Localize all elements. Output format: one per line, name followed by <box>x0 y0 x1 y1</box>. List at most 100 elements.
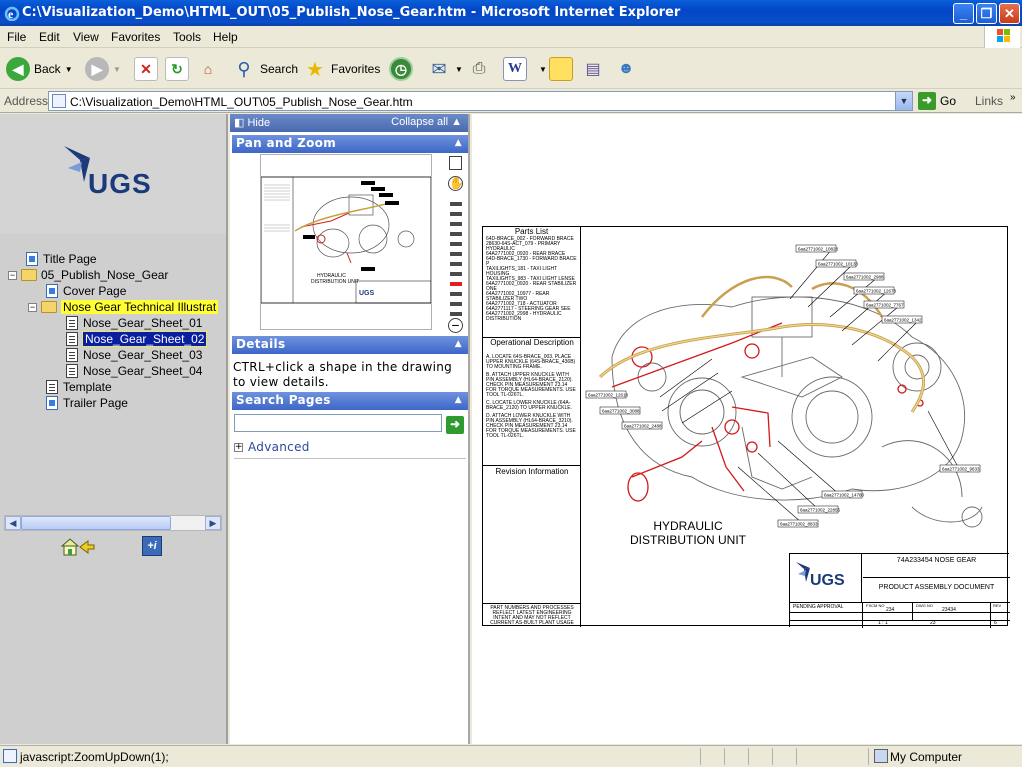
drawing-viewer[interactable]: Parts List 64D-BRACE_002 - FORWARD BRACE… <box>472 114 1022 744</box>
zoom-tick[interactable] <box>450 262 462 266</box>
search-pages-input[interactable] <box>234 414 442 432</box>
details-header[interactable]: Details ▲ <box>232 336 468 354</box>
zoom-out-icon[interactable]: − <box>448 318 463 333</box>
discuss-icon[interactable] <box>549 57 573 81</box>
print-icon[interactable]: ⎙ <box>467 57 491 81</box>
scroll-left-icon[interactable]: ◀ <box>5 516 21 530</box>
zoom-tick[interactable] <box>450 202 462 206</box>
menu-help[interactable]: Help <box>213 30 238 44</box>
address-input[interactable]: C:\Visualization_Demo\HTML_OUT\05_Publis… <box>48 91 913 111</box>
maximize-button[interactable]: ❐ <box>976 3 997 24</box>
home-back-icon[interactable] <box>60 536 96 558</box>
divider <box>700 748 701 765</box>
back-arrow-icon: ◀ <box>6 57 30 81</box>
advanced-search-link[interactable]: + Advanced <box>234 440 310 454</box>
tree-item-template[interactable]: Template <box>46 379 112 395</box>
favorites-button[interactable]: ★ Favorites <box>303 56 380 82</box>
links-chevron-icon[interactable]: » <box>1010 92 1016 103</box>
mail-dropdown-icon[interactable]: ▼ <box>455 65 463 74</box>
menu-edit[interactable]: Edit <box>39 30 60 44</box>
collapse-icon[interactable]: − <box>28 302 37 312</box>
stop-icon[interactable]: ✕ <box>134 57 158 81</box>
collapse-arrow-icon[interactable]: ▲ <box>455 395 462 405</box>
zoom-tick[interactable] <box>450 252 462 256</box>
page-icon <box>26 252 38 266</box>
operational-step: C. LOCATE LOWER KNUCKLE (64A-BRACE_2120)… <box>486 400 572 411</box>
zoom-current-tick[interactable] <box>450 282 462 286</box>
tree-item-05-publish-nose-gear[interactable]: − 05_Publish_Nose_Gear <box>8 267 168 283</box>
forward-button[interactable]: ▶ ▼ <box>85 56 121 82</box>
research-icon[interactable]: ▤ <box>581 57 605 81</box>
drawing-thumbnail[interactable]: HYDRAULIC DISTRIBUTION UNIT UGS <box>260 154 432 330</box>
history-icon[interactable]: ◷ <box>389 57 413 81</box>
scroll-thumb[interactable] <box>21 516 171 530</box>
search-go-icon[interactable]: ➜ <box>446 416 464 434</box>
home-icon[interactable]: ⌂ <box>196 57 220 81</box>
collapse-all-button[interactable]: Collapse all ▲ <box>391 116 462 128</box>
menu-tools[interactable]: Tools <box>173 30 201 44</box>
mail-icon[interactable]: ✉ <box>427 57 451 81</box>
search-pages-header[interactable]: Search Pages ▲ <box>232 392 468 410</box>
hide-button[interactable]: ◧ Hide <box>234 116 270 129</box>
back-button[interactable]: ◀ Back ▼ <box>6 56 73 82</box>
divider <box>483 465 581 466</box>
minimize-button[interactable]: _ <box>953 3 974 24</box>
tree-item-nose-gear-sheet-03[interactable]: Nose_Gear_Sheet_03 <box>66 347 202 363</box>
edit-word-icon[interactable]: W <box>503 57 527 81</box>
collapse-arrow-icon[interactable]: ▲ <box>455 138 462 148</box>
callout-label: 6aa2771002_22855 <box>800 508 841 513</box>
tree-item-label: 05_Publish_Nose_Gear <box>41 268 169 282</box>
pan-zoom-title: Pan and Zoom <box>236 136 336 150</box>
tree-item-nose-gear-sheet-01[interactable]: Nose_Gear_Sheet_01 <box>66 315 202 331</box>
close-button[interactable]: ✕ <box>999 3 1020 24</box>
tree-item-nose-gear-sheet-04[interactable]: Nose_Gear_Sheet_04 <box>66 363 202 379</box>
address-url[interactable]: C:\Visualization_Demo\HTML_OUT\05_Publis… <box>70 95 413 109</box>
menu-view[interactable]: View <box>73 30 99 44</box>
parts-list-item: 64A2771002_2998 - HYDRAULIC DISTRIBUTION <box>486 311 562 322</box>
zoom-tick[interactable] <box>450 302 462 306</box>
tree-item-trailer-page[interactable]: Trailer Page <box>46 395 128 411</box>
zoom-tick[interactable] <box>450 272 462 276</box>
fscm-value: 234 <box>886 607 895 613</box>
zoom-tick[interactable] <box>450 212 462 216</box>
zoom-tick[interactable] <box>450 292 462 296</box>
links-button[interactable]: Links <box>975 94 1003 108</box>
sidebar-horizontal-scrollbar[interactable]: ◀ ▶ <box>4 515 222 531</box>
tree-item-nose-gear-sheet-02[interactable]: Nose_Gear_Sheet_02 <box>66 331 208 347</box>
collapse-icon[interactable]: − <box>8 270 17 280</box>
zoom-in-icon[interactable]: ✋ <box>448 176 464 191</box>
tree-item-label: Cover Page <box>63 284 127 298</box>
back-dropdown-icon[interactable]: ▼ <box>65 65 73 74</box>
tree-item-nose-gear-technical-illustrat[interactable]: − Nose Gear Technical Illustrat <box>28 299 219 315</box>
edit-dropdown-icon[interactable]: ▼ <box>539 65 547 74</box>
search-button[interactable]: ⚲ Search <box>232 56 298 82</box>
zoom-tick[interactable] <box>450 222 462 226</box>
caption-line: HYDRAULIC <box>653 519 723 533</box>
go-button[interactable]: ➜ Go <box>918 92 956 110</box>
revision-information-title: Revision Information <box>495 467 569 476</box>
tree-item-label: Nose_Gear_Sheet_03 <box>83 348 203 362</box>
zoom-slider[interactable]: ✋ − <box>448 156 464 333</box>
zoom-tick[interactable] <box>450 242 462 246</box>
collapse-arrow-icon[interactable]: ▲ <box>455 339 462 349</box>
tree-item-cover-page[interactable]: Cover Page <box>46 283 126 299</box>
refresh-icon[interactable]: ↻ <box>165 57 189 81</box>
menu-file[interactable]: File <box>7 30 26 44</box>
pan-zoom-header[interactable]: Pan and Zoom ▲ <box>232 135 468 153</box>
forward-dropdown-icon[interactable]: ▼ <box>113 65 121 74</box>
nose-gear-illustration[interactable]: 6aa2771002_10828 6aa2771002_10133 6aa277… <box>582 227 1008 553</box>
address-dropdown-icon[interactable]: ▼ <box>895 92 912 110</box>
zoom-tick[interactable] <box>450 232 462 236</box>
scroll-right-icon[interactable]: ▶ <box>205 516 221 530</box>
menu-favorites[interactable]: Favorites <box>111 30 160 44</box>
expand-icon[interactable]: + <box>234 442 243 452</box>
page-status-icon <box>3 749 17 763</box>
drawing-sheet[interactable]: Parts List 64D-BRACE_002 - FORWARD BRACE… <box>482 226 1010 628</box>
messenger-icon[interactable]: ☻ <box>614 57 638 81</box>
sidebar-nav-buttons: +i <box>60 536 162 558</box>
info-icon[interactable]: +i <box>142 536 162 556</box>
zoom-tick[interactable] <box>450 312 462 316</box>
svg-text:e: e <box>8 7 14 21</box>
tree-item-title-page[interactable]: Title Page <box>26 251 97 267</box>
page-fit-icon[interactable] <box>449 156 462 170</box>
